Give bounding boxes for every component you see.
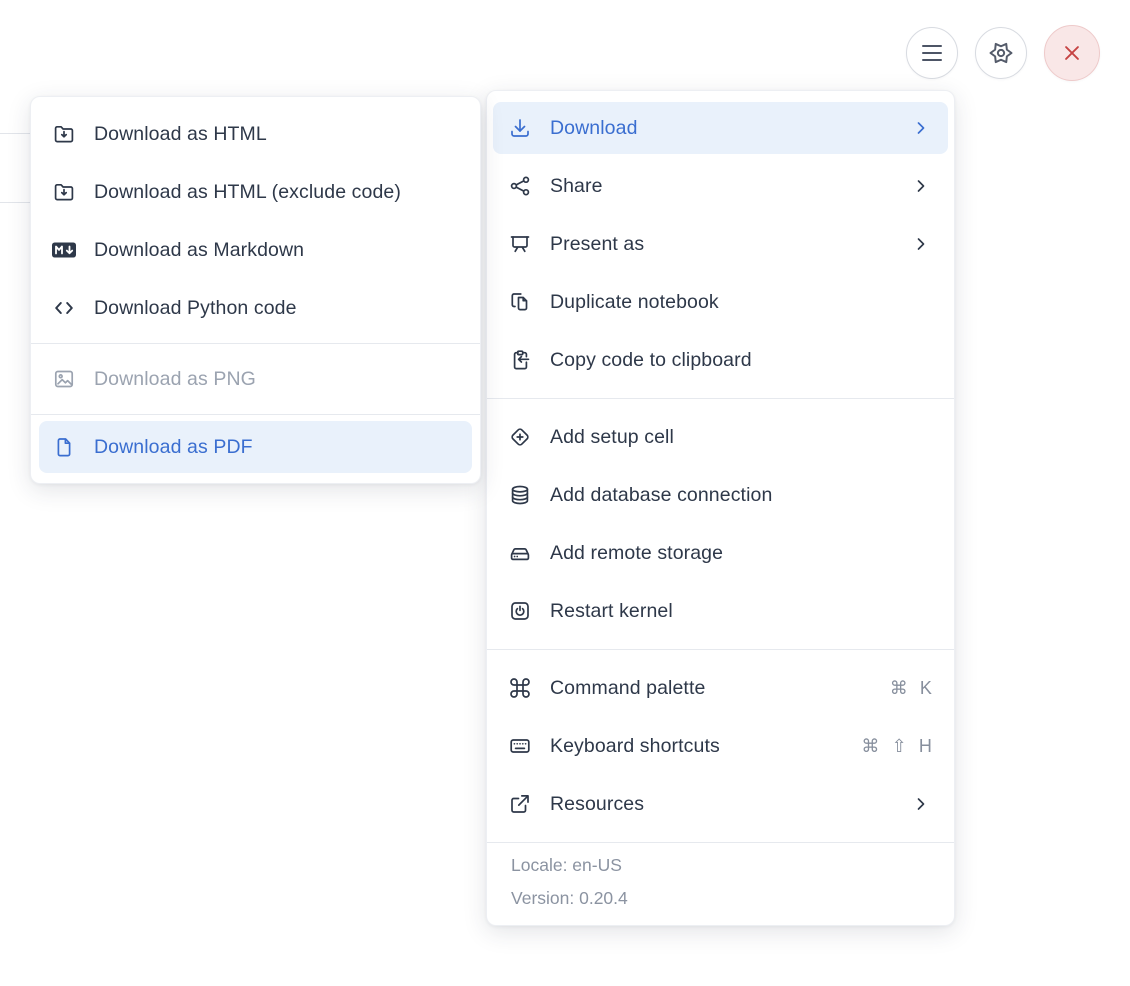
- submenu-item-download-python-code[interactable]: Download Python code: [31, 279, 480, 337]
- chevron-right-icon: [910, 233, 932, 255]
- keyboard-icon: [507, 733, 533, 759]
- notebook-context-menu: Download Share Present as Duplicate note…: [486, 90, 955, 926]
- version-text: Version: 0.20.4: [511, 888, 628, 908]
- duplicate-pages-icon: [507, 289, 533, 315]
- presentation-board-icon: [507, 231, 533, 257]
- menu-item-label: Present as: [550, 232, 645, 255]
- submenu-item-download-markdown[interactable]: Download as Markdown: [31, 221, 480, 279]
- window-toolbar: [906, 25, 1100, 81]
- menu-item-download-wrap: Download: [487, 99, 954, 157]
- menu-item-label: Add setup cell: [550, 425, 674, 448]
- menu-item-resources[interactable]: Resources: [487, 775, 954, 833]
- submenu-item-label: Download Python code: [94, 296, 297, 319]
- menu-item-label: Duplicate notebook: [550, 290, 719, 313]
- menu-item-label: Command palette: [550, 676, 706, 699]
- menu-item-add-database-connection[interactable]: Add database connection: [487, 466, 954, 524]
- settings-button[interactable]: [975, 27, 1027, 79]
- background-divider: [0, 133, 30, 134]
- folder-download-icon: [51, 179, 77, 205]
- submenu-item-label: Download as PDF: [94, 435, 253, 458]
- menu-item-label: Keyboard shortcuts: [550, 734, 720, 757]
- menu-section-add: Add setup cell Add database connection A…: [487, 408, 954, 649]
- menu-item-copy-code[interactable]: Copy code to clipboard: [487, 331, 954, 389]
- storage-drive-icon: [507, 540, 533, 566]
- background-divider: [0, 202, 30, 203]
- menu-item-label: Share: [550, 174, 603, 197]
- code-brackets-icon: [51, 295, 77, 321]
- markdown-badge-icon: [51, 237, 77, 263]
- menu-divider: [487, 398, 954, 399]
- menu-item-label: Add remote storage: [550, 541, 724, 564]
- chevron-right-icon: [910, 117, 932, 139]
- database-icon: [507, 482, 533, 508]
- submenu-item-label: Download as Markdown: [94, 238, 305, 261]
- menu-item-label: Resources: [550, 792, 645, 815]
- menu-item-label: Download: [550, 116, 638, 139]
- hamburger-menu-icon: [922, 44, 942, 62]
- menu-divider: [31, 343, 480, 344]
- power-square-icon: [507, 598, 533, 624]
- submenu-item-label: Download as PNG: [94, 367, 256, 390]
- menu-footer: Locale: en-US Version: 0.20.4: [487, 843, 954, 925]
- menu-item-keyboard-shortcuts[interactable]: Keyboard shortcuts ⌘ ⇧ H: [487, 717, 954, 775]
- submenu-item-label: Download as HTML (exclude code): [94, 180, 401, 203]
- submenu-item-download-png[interactable]: Download as PNG: [31, 350, 480, 408]
- submenu-item-label: Download as HTML: [94, 122, 267, 145]
- menu-divider: [487, 649, 954, 650]
- menu-item-add-remote-storage[interactable]: Add remote storage: [487, 524, 954, 582]
- external-link-icon: [507, 791, 533, 817]
- folder-download-icon: [51, 121, 77, 147]
- menu-item-command-palette[interactable]: Command palette ⌘ K: [487, 659, 954, 717]
- download-submenu: Download as HTML Download as HTML (exclu…: [30, 96, 481, 484]
- menu-divider: [31, 414, 480, 415]
- share-nodes-icon: [507, 173, 533, 199]
- menu-item-add-setup-cell[interactable]: Add setup cell: [487, 408, 954, 466]
- menu-item-label: Copy code to clipboard: [550, 348, 752, 371]
- app-window: Download Share Present as Duplicate note…: [0, 0, 1130, 986]
- menu-section-help: Command palette ⌘ K Keyboard shortcuts ⌘…: [487, 659, 954, 842]
- menu-item-present-as[interactable]: Present as: [487, 215, 954, 273]
- file-icon: [51, 434, 77, 460]
- command-key-icon: [507, 675, 533, 701]
- settings-gear-icon: [989, 42, 1013, 64]
- close-button[interactable]: [1044, 25, 1100, 81]
- menu-item-duplicate-notebook[interactable]: Duplicate notebook: [487, 273, 954, 331]
- clipboard-arrow-icon: [507, 347, 533, 373]
- image-icon: [51, 366, 77, 392]
- menu-item-label: Add database connection: [550, 483, 773, 506]
- menu-item-share[interactable]: Share: [487, 157, 954, 215]
- submenu-item-download-pdf[interactable]: Download as PDF: [39, 421, 472, 473]
- hamburger-menu-button[interactable]: [906, 27, 958, 79]
- menu-item-restart-kernel[interactable]: Restart kernel: [487, 582, 954, 640]
- diamond-plus-icon: [507, 424, 533, 450]
- shortcut-hint: ⌘ K: [889, 677, 932, 698]
- submenu-item-download-html-exclude-code[interactable]: Download as HTML (exclude code): [31, 163, 480, 221]
- locale-text: Locale: en-US: [511, 855, 622, 875]
- close-x-icon: [1065, 46, 1079, 60]
- chevron-right-icon: [910, 793, 932, 815]
- chevron-right-icon: [910, 175, 932, 197]
- menu-section-primary: Download Share Present as Duplicate note…: [487, 99, 954, 398]
- download-tray-icon: [507, 115, 533, 141]
- menu-item-label: Restart kernel: [550, 599, 673, 622]
- shortcut-hint: ⌘ ⇧ H: [861, 735, 932, 756]
- submenu-item-download-html[interactable]: Download as HTML: [31, 105, 480, 163]
- menu-item-download[interactable]: Download: [493, 102, 948, 154]
